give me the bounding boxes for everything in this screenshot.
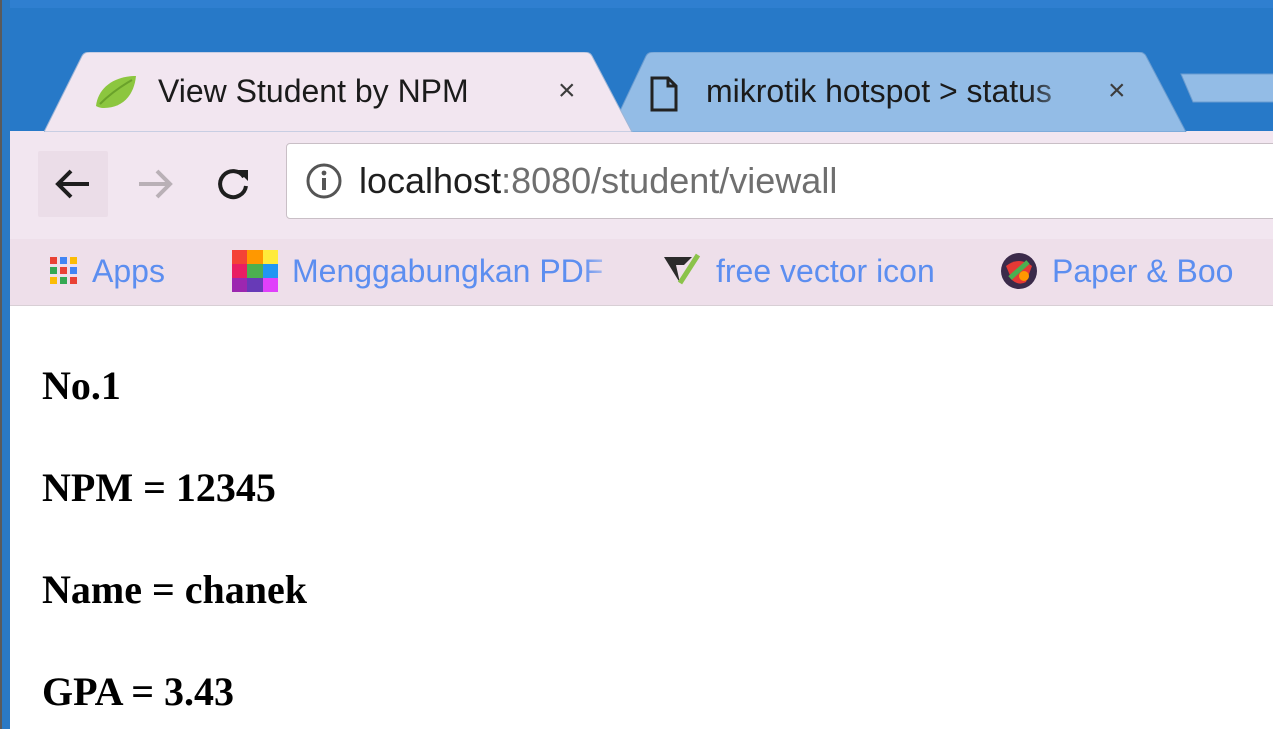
browser-titlebar: View Student by NPM × mikrotik hotspot >… <box>10 0 1273 132</box>
bookmark-vector[interactable]: free vector icon <box>662 245 935 297</box>
tab-title: View Student by NPM <box>158 73 469 109</box>
bookmark-label: Menggabungkan PDF <box>292 252 604 289</box>
page-content: No.1 NPM = 12345 Name = chanek GPA = 3.4… <box>10 306 1273 729</box>
tab-close-button[interactable]: × <box>558 68 576 114</box>
url-path: :8080/student/viewall <box>501 160 838 201</box>
tab-close-button[interactable]: × <box>1108 68 1126 114</box>
url-text[interactable]: localhost:8080/student/viewall <box>359 156 837 206</box>
spring-leaf-icon <box>94 74 138 110</box>
arrow-left-icon <box>55 169 89 199</box>
student-name: Name = chanek <box>42 567 307 612</box>
document-icon <box>650 76 678 112</box>
reload-button[interactable] <box>198 151 268 217</box>
window-left-border <box>0 0 10 729</box>
pdf-merge-icon <box>232 250 278 292</box>
bookmark-apps[interactable]: Apps <box>50 245 165 297</box>
bookmark-paper[interactable]: Paper & Boo <box>1000 245 1233 297</box>
bookmark-pdf[interactable]: Menggabungkan PDF <box>232 245 622 297</box>
tab-view-student[interactable]: View Student by NPM × <box>44 52 634 132</box>
bookmark-label: Apps <box>92 252 165 289</box>
vector-icon <box>664 253 701 285</box>
info-icon[interactable] <box>305 162 343 200</box>
tab-title: mikrotik hotspot > status <box>706 73 1052 109</box>
reload-icon <box>218 169 248 200</box>
arrow-right-icon <box>139 169 173 199</box>
browser-toolbar: localhost:8080/student/viewall <box>10 131 1273 239</box>
apps-grid-icon <box>50 257 77 284</box>
bookmark-label: Paper & Boo <box>1052 252 1234 289</box>
forward-button[interactable] <box>120 151 190 217</box>
student-number: No.1 <box>42 363 121 408</box>
student-npm: NPM = 12345 <box>42 465 276 510</box>
address-bar[interactable]: localhost:8080/student/viewall <box>286 143 1273 219</box>
back-button[interactable] <box>38 151 108 217</box>
tab-mikrotik[interactable]: mikrotik hotspot > status × <box>610 52 1190 132</box>
bookmarks-bar: Apps Menggabungkan PDF free vector icon … <box>10 239 1273 306</box>
bookmark-label: free vector icon <box>716 252 935 289</box>
paper-icon <box>1001 253 1037 289</box>
student-gpa: GPA = 3.43 <box>42 669 235 714</box>
url-host: localhost <box>359 160 502 201</box>
